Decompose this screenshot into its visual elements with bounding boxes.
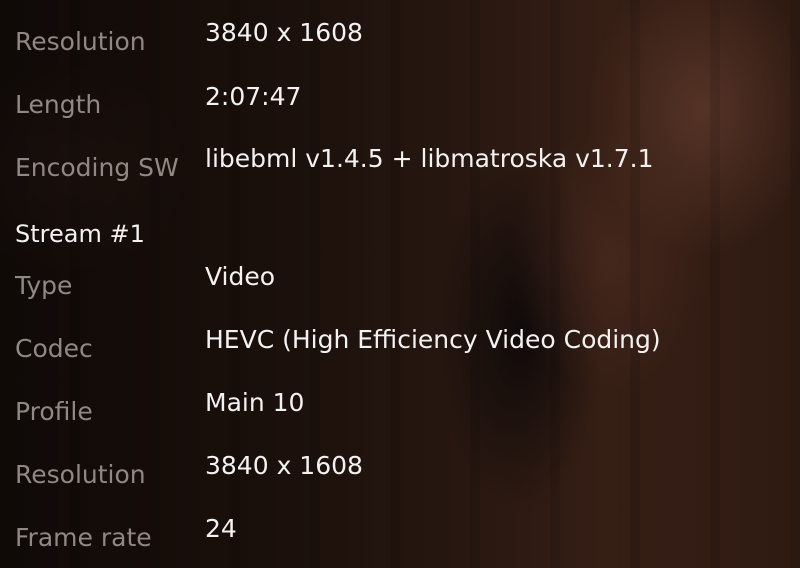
codec-label: Codec xyxy=(15,334,93,363)
resolution-value: 3840 x 1608 xyxy=(205,18,363,47)
resolution-label: Resolution xyxy=(15,27,146,56)
frame-rate-value: 24 xyxy=(205,514,237,543)
encoding-sw-label: Encoding SW xyxy=(15,153,179,182)
type-label: Type xyxy=(15,271,73,300)
stream-heading: Stream #1 xyxy=(15,220,145,248)
type-value: Video xyxy=(205,262,276,291)
codec-value: HEVC (High Efficiency Video Coding) xyxy=(205,325,661,354)
profile-label: Profile xyxy=(15,397,93,426)
media-info-panel: Resolution 3840 x 1608 Length 2:07:47 En… xyxy=(0,0,800,568)
encoding-sw-value: libebml v1.4.5 + libmatroska v1.7.1 xyxy=(205,144,654,173)
profile-value: Main 10 xyxy=(205,388,305,417)
frame-rate-label: Frame rate xyxy=(15,523,152,552)
stream-resolution-value: 3840 x 1608 xyxy=(205,451,363,480)
length-label: Length xyxy=(15,90,102,119)
stream-resolution-label: Resolution xyxy=(15,460,146,489)
media-info-screen: Resolution 3840 x 1608 Length 2:07:47 En… xyxy=(0,0,800,568)
length-value: 2:07:47 xyxy=(205,82,302,111)
